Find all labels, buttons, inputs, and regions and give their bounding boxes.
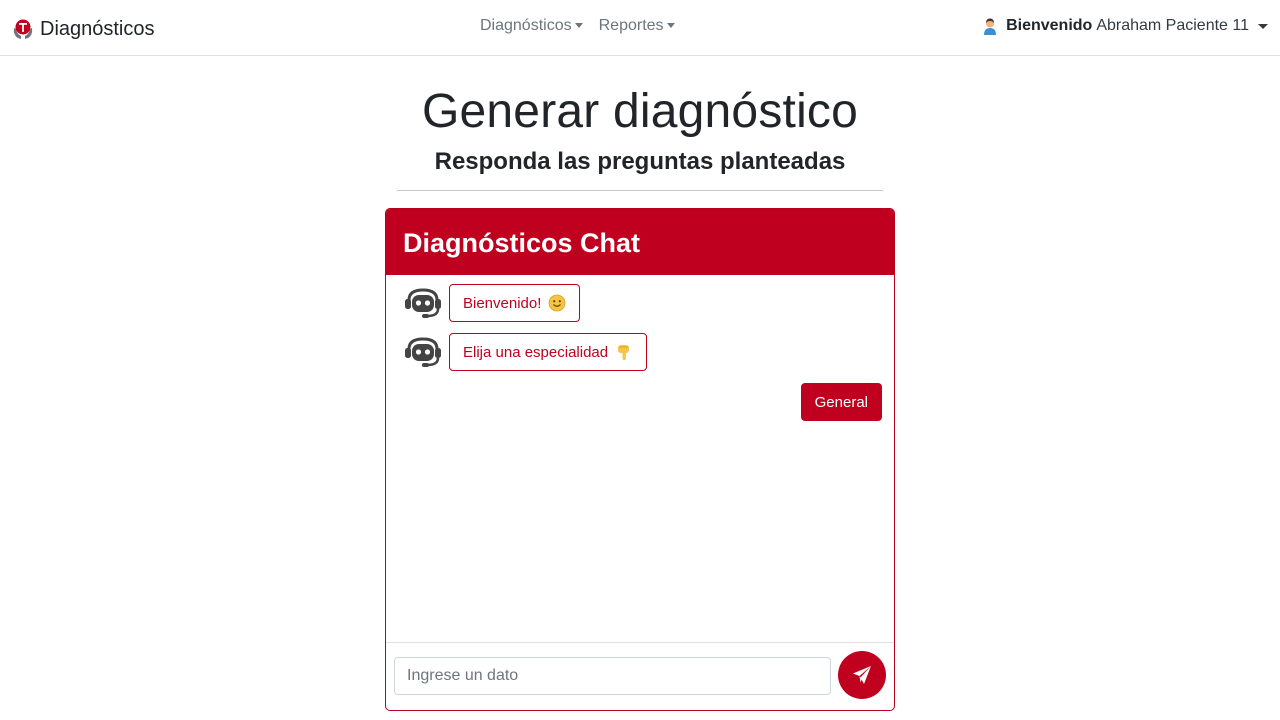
message-bubble: Elija una especialidad <box>449 333 648 371</box>
chat-card: Diagnósticos Chat Bienvenido! Elija una … <box>385 208 895 711</box>
chat-messages: Bienvenido! Elija una especialidad Gener… <box>386 275 894 643</box>
chat-header: Diagnósticos Chat <box>386 209 894 275</box>
send-button[interactable] <box>838 651 886 699</box>
chat-footer <box>386 642 894 710</box>
page-subtitle: Responda las preguntas planteadas <box>434 148 846 175</box>
bot-icon <box>405 337 441 367</box>
nav-diagnosticos-label: Diagnósticos <box>480 17 572 34</box>
chat-input[interactable] <box>394 657 831 695</box>
user-avatar-icon <box>984 18 997 35</box>
message-text: Elija una especialidad <box>463 343 609 361</box>
brand-link[interactable]: Diagnósticos <box>12 16 155 42</box>
bot-message: Elija una especialidad <box>403 333 648 371</box>
chevron-down-icon <box>574 22 583 28</box>
main-nav: Diagnósticos Reportes <box>480 17 675 35</box>
pointing-down-emoji-icon <box>618 345 630 360</box>
option-general-button[interactable]: General <box>800 383 882 421</box>
chevron-down-icon <box>1258 23 1268 29</box>
message-text: Bienvenido! <box>463 294 542 312</box>
user-name: Abraham Paciente 11 <box>1096 17 1249 34</box>
nav-reportes-label: Reportes <box>598 17 664 34</box>
bot-icon <box>405 288 441 318</box>
send-icon <box>853 666 871 684</box>
user-menu-dropdown[interactable]: Bienvenido Abraham Paciente 11 <box>981 17 1268 35</box>
chevron-down-icon <box>666 22 675 28</box>
brand-name: Diagnósticos <box>40 17 155 40</box>
page-title: Generar diagnóstico <box>421 85 859 138</box>
message-bubble: Bienvenido! <box>449 284 581 322</box>
user-greeting: Bienvenido <box>1006 17 1093 34</box>
nav-diagnosticos-dropdown[interactable]: Diagnósticos <box>480 17 583 35</box>
navbar: Diagnósticos Diagnósticos Reportes Bienv… <box>0 0 1280 56</box>
divider <box>397 190 883 191</box>
smiley-emoji-icon <box>549 294 566 312</box>
brand-logo-icon <box>13 19 33 39</box>
bot-message: Bienvenido! <box>403 284 581 322</box>
nav-reportes-dropdown[interactable]: Reportes <box>599 17 675 35</box>
